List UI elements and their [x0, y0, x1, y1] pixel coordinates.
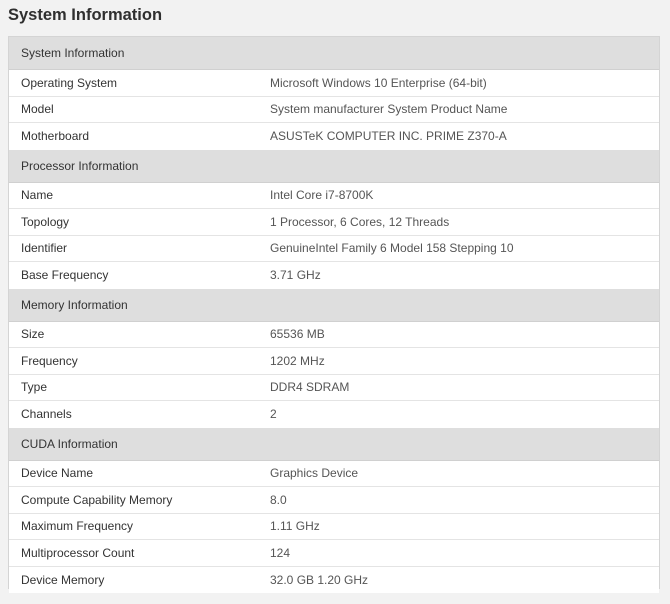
table-row: Maximum Frequency 1.11 GHz — [9, 513, 659, 540]
table-row: Name Intel Core i7-8700K — [9, 182, 659, 209]
section-memory: Memory Information Size 65536 MB Frequen… — [9, 288, 659, 428]
row-key: Size — [21, 327, 45, 342]
row-key: Multiprocessor Count — [21, 545, 135, 560]
table-row: Identifier GenuineIntel Family 6 Model 1… — [9, 235, 659, 262]
section-header: Memory Information — [9, 288, 659, 322]
table-row: Device Memory 32.0 GB 1.20 GHz — [9, 566, 659, 593]
table-row: Device Name Graphics Device — [9, 460, 659, 487]
section-cuda: CUDA Information Device Name Graphics De… — [9, 427, 659, 593]
row-value: ASUSTeK COMPUTER INC. PRIME Z370-A — [270, 129, 507, 144]
table-row: Operating System Microsoft Windows 10 En… — [9, 70, 659, 97]
row-value: Intel Core i7-8700K — [270, 188, 374, 203]
row-key: Device Memory — [21, 572, 105, 587]
row-value: 1 Processor, 6 Cores, 12 Threads — [270, 214, 450, 229]
row-value: 124 — [270, 545, 291, 560]
table-row: Topology 1 Processor, 6 Cores, 12 Thread… — [9, 209, 659, 236]
row-value: 8.0 — [270, 492, 287, 507]
section-header: System Information — [9, 37, 659, 70]
row-value: GenuineIntel Family 6 Model 158 Stepping… — [270, 241, 514, 256]
row-value: 1.11 GHz — [270, 519, 320, 534]
section-header: CUDA Information — [9, 427, 659, 461]
table-row: Motherboard ASUSTeK COMPUTER INC. PRIME … — [9, 123, 659, 150]
table-row: Channels 2 — [9, 401, 659, 428]
row-key: Maximum Frequency — [21, 519, 134, 534]
row-value: DDR4 SDRAM — [270, 380, 350, 395]
table-row: Model System manufacturer System Product… — [9, 96, 659, 123]
table-row: Base Frequency 3.71 GHz — [9, 262, 659, 289]
table-row: Multiprocessor Count 124 — [9, 540, 659, 567]
row-key: Identifier — [21, 241, 68, 256]
section-header: Processor Information — [9, 149, 659, 183]
row-value: Microsoft Windows 10 Enterprise (64-bit) — [270, 75, 487, 90]
row-key: Motherboard — [21, 129, 90, 144]
row-value: 1202 MHz — [270, 353, 325, 368]
row-value: 32.0 GB 1.20 GHz — [270, 572, 369, 587]
row-key: Channels — [21, 407, 72, 422]
row-key: Type — [21, 380, 48, 395]
row-value: System manufacturer System Product Name — [270, 102, 508, 117]
section-processor: Processor Information Name Intel Core i7… — [9, 149, 659, 289]
row-key: Device Name — [21, 466, 94, 481]
row-value: 65536 MB — [270, 327, 325, 342]
system-info-table: System Information Operating System Micr… — [8, 36, 660, 593]
row-key: Frequency — [21, 353, 78, 368]
row-key: Operating System — [21, 75, 118, 90]
page-title: System Information — [8, 6, 163, 24]
table-row: Frequency 1202 MHz — [9, 348, 659, 375]
row-key: Base Frequency — [21, 268, 109, 283]
row-value: 3.71 GHz — [270, 268, 321, 283]
section-system: System Information Operating System Micr… — [9, 37, 659, 150]
row-key: Model — [21, 102, 54, 117]
row-key: Name — [21, 188, 54, 203]
table-row: Compute Capability Memory 8.0 — [9, 487, 659, 514]
row-key: Compute Capability Memory — [21, 492, 173, 507]
table-row: Type DDR4 SDRAM — [9, 374, 659, 401]
row-value: 2 — [270, 407, 277, 422]
table-row: Size 65536 MB — [9, 321, 659, 348]
row-value: Graphics Device — [270, 466, 359, 481]
row-key: Topology — [21, 214, 70, 229]
